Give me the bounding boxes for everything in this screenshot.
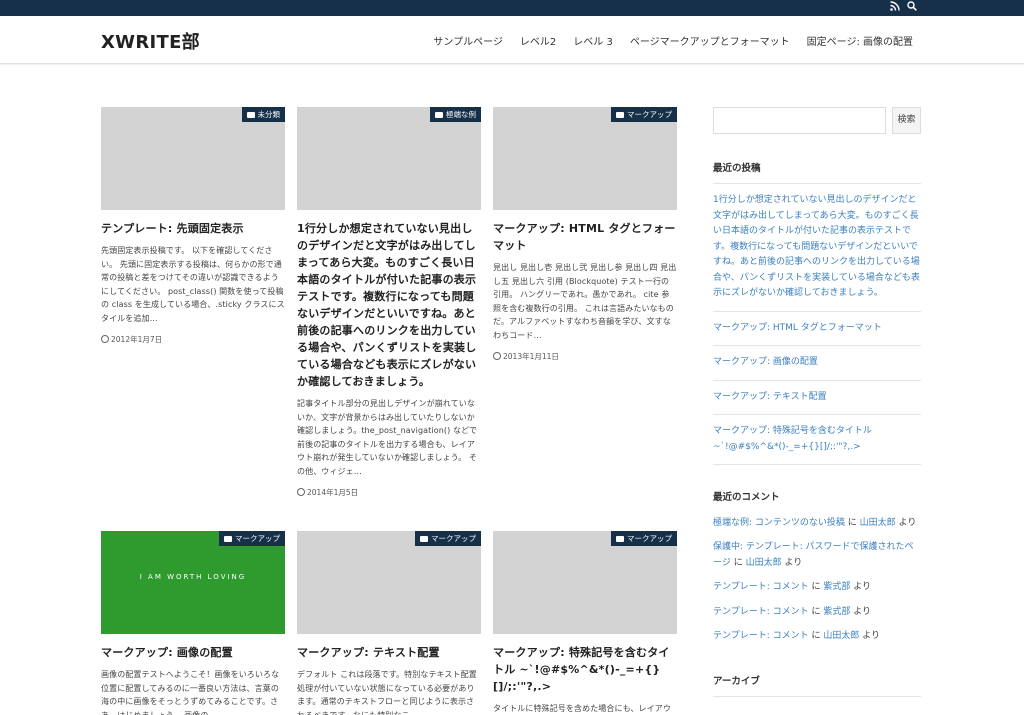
post-excerpt: タイトルに特殊記号を含めた場合にも、レイアウトや機能に悪影響が出ないようにする必… [493,704,671,713]
search-button[interactable]: 検索 [892,107,921,134]
post-thumbnail[interactable]: マークアップ [493,531,677,634]
search-form: 検索 [713,107,921,134]
archives-heading: アーカイブ [713,673,921,697]
post-card[interactable]: 未分類 テンプレート: 先頭固定表示 先頭固定表示投稿です。 以下を確認してくだ… [101,107,285,345]
category-badge[interactable]: マークアップ [219,531,285,546]
nav-item-sample-page[interactable]: サンプルページ [433,33,503,48]
category-badge[interactable]: マークアップ [611,531,677,546]
recent-post-link[interactable]: マークアップ: HTML タグとフォーマット [713,312,921,346]
folder-icon [616,112,624,118]
post-thumbnail[interactable]: 未分類 [101,107,285,210]
recent-post-link[interactable]: マークアップ: 特殊記号を含むタイトル ~`!@#$%^&*()-_=+{}[]… [713,415,921,465]
main-nav: サンプルページ レベル2 レベル 3 ページマークアップとフォーマット 固定ペー… [433,33,913,48]
top-bar [0,0,1024,16]
sidebar: 検索 最近の投稿 1行分しか想定されていない見出しのデザインだと文字がはみ出して… [713,107,921,697]
comment-post-link[interactable]: テンプレート: コメント [713,582,809,592]
post-thumbnail[interactable]: マークアップ [297,531,481,634]
category-badge[interactable]: 極端な例 [430,107,481,122]
nav-item-level3[interactable]: レベル 3 [573,33,613,48]
clock-icon [101,335,109,343]
search-icon[interactable] [905,1,919,15]
comment-author-link[interactable]: 山田太郎 [823,631,859,641]
clock-icon [493,352,501,360]
comment-item: 極端な例: コンテンツのない投稿 に 山田太郎 より [713,517,917,528]
post-title[interactable]: マークアップ: テキスト配置 [297,644,481,661]
folder-icon [616,536,624,542]
comment-author-link[interactable]: 紫式部 [823,607,850,617]
category-badge[interactable]: マークアップ [611,107,677,122]
post-excerpt: 先頭固定表示投稿です。 以下を確認してください。 先頭に固定表示する投稿は、何ら… [101,246,285,323]
site-header: XWRITE部 サンプルページ レベル2 レベル 3 ページマークアップとフォー… [0,16,1024,64]
post-excerpt: 記事タイトル部分の見出しデザインが崩れていないか、文字が背景からはみ出していたり… [297,399,478,476]
thumbnail-caption: I AM WORTH LOVING [139,573,247,581]
post-title[interactable]: マークアップ: HTML タグとフォーマット [493,220,677,254]
post-thumbnail[interactable]: I AM WORTH LOVING マークアップ [101,531,285,634]
post-thumbnail[interactable]: マークアップ [493,107,677,210]
comment-author-link[interactable]: 山田太郎 [746,558,782,568]
comment-item: テンプレート: コメント に 紫式部 より [713,606,872,617]
folder-icon [420,536,428,542]
post-card[interactable]: マークアップ マークアップ: HTML タグとフォーマット 見出し 見出し壱 見… [493,107,677,362]
post-title[interactable]: テンプレート: 先頭固定表示 [101,220,285,237]
rss-icon[interactable] [888,1,902,15]
post-title[interactable]: 1行分しか想定されていない見出しのデザインだと文字がはみ出してしまってあら大変。… [297,220,481,390]
category-badge[interactable]: 未分類 [241,107,285,122]
post-title[interactable]: マークアップ: 画像の配置 [101,644,285,661]
comment-item: テンプレート: コメント に 山田太郎 より [713,631,881,641]
site-title[interactable]: XWRITE部 [101,28,200,54]
comment-item: テンプレート: コメント に 紫式部 より [713,582,872,592]
post-card[interactable]: I AM WORTH LOVING マークアップ マークアップ: 画像の配置 画… [101,531,285,715]
post-excerpt: 画像の配置テストへようこそ！画像をいろいろな位置に配置してみるのに一番良い方法は… [101,670,280,715]
recent-comments-heading: 最近のコメント [713,492,780,503]
comment-post-link[interactable]: 極端な例: コンテンツのない投稿 [713,518,845,528]
post-date: 2013年1月11日 [493,351,677,362]
recent-comments-list: 極端な例: コンテンツのない投稿 に 山田太郎 より 保護中: テンプレート: … [713,511,921,649]
nav-item-page-markup[interactable]: ページマークアップとフォーマット [630,33,790,48]
post-card[interactable]: マークアップ マークアップ: 特殊記号を含むタイトル ~`!@#$%^&*()-… [493,531,677,715]
comment-author-link[interactable]: 山田太郎 [860,518,896,528]
recent-posts-heading: 最近の投稿 [713,160,921,184]
post-card[interactable]: マークアップ マークアップ: テキスト配置 デフォルト これは段落です。特別なテ… [297,531,481,715]
clock-icon [297,488,305,496]
recent-post-link[interactable]: マークアップ: 画像の配置 [713,346,921,381]
post-card[interactable]: 極端な例 1行分しか想定されていない見出しのデザインだと文字がはみ出してしまって… [297,107,481,498]
recent-post-link[interactable]: マークアップ: テキスト配置 [713,381,921,415]
comment-post-link[interactable]: テンプレート: コメント [713,607,809,617]
post-thumbnail[interactable]: 極端な例 [297,107,481,210]
post-title[interactable]: マークアップ: 特殊記号を含むタイトル ~`!@#$%^&*()-_=+{}[]… [493,644,677,695]
folder-icon [435,112,443,118]
post-date: 2012年1月7日 [101,334,285,345]
comment-item: 保護中: テンプレート: パスワードで保護されたページ に 山田太郎 より [713,542,914,568]
nav-item-level2[interactable]: レベル2 [520,33,556,48]
search-input[interactable] [713,107,886,134]
folder-icon [246,112,255,118]
nav-item-image-alignment[interactable]: 固定ページ: 画像の配置 [807,33,913,48]
post-excerpt: 見出し 見出し壱 見出し弐 見出し参 見出し四 見出し五 見出し六 引用 (Bl… [493,263,677,340]
post-date: 2014年1月5日 [297,487,481,498]
recent-post-link[interactable]: 1行分しか想定されていない見出しのデザインだと文字がはみ出してしまってあら大変。… [713,184,921,312]
folder-icon [224,536,232,542]
category-badge[interactable]: マークアップ [415,531,481,546]
comment-post-link[interactable]: テンプレート: コメント [713,631,809,641]
post-excerpt: デフォルト これは段落です。特別なテキスト配置処理が付いていない状態になっている… [297,670,477,715]
recent-posts-list: 1行分しか想定されていない見出しのデザインだと文字がはみ出してしまってあら大変。… [713,184,921,465]
comment-author-link[interactable]: 紫式部 [823,582,850,592]
